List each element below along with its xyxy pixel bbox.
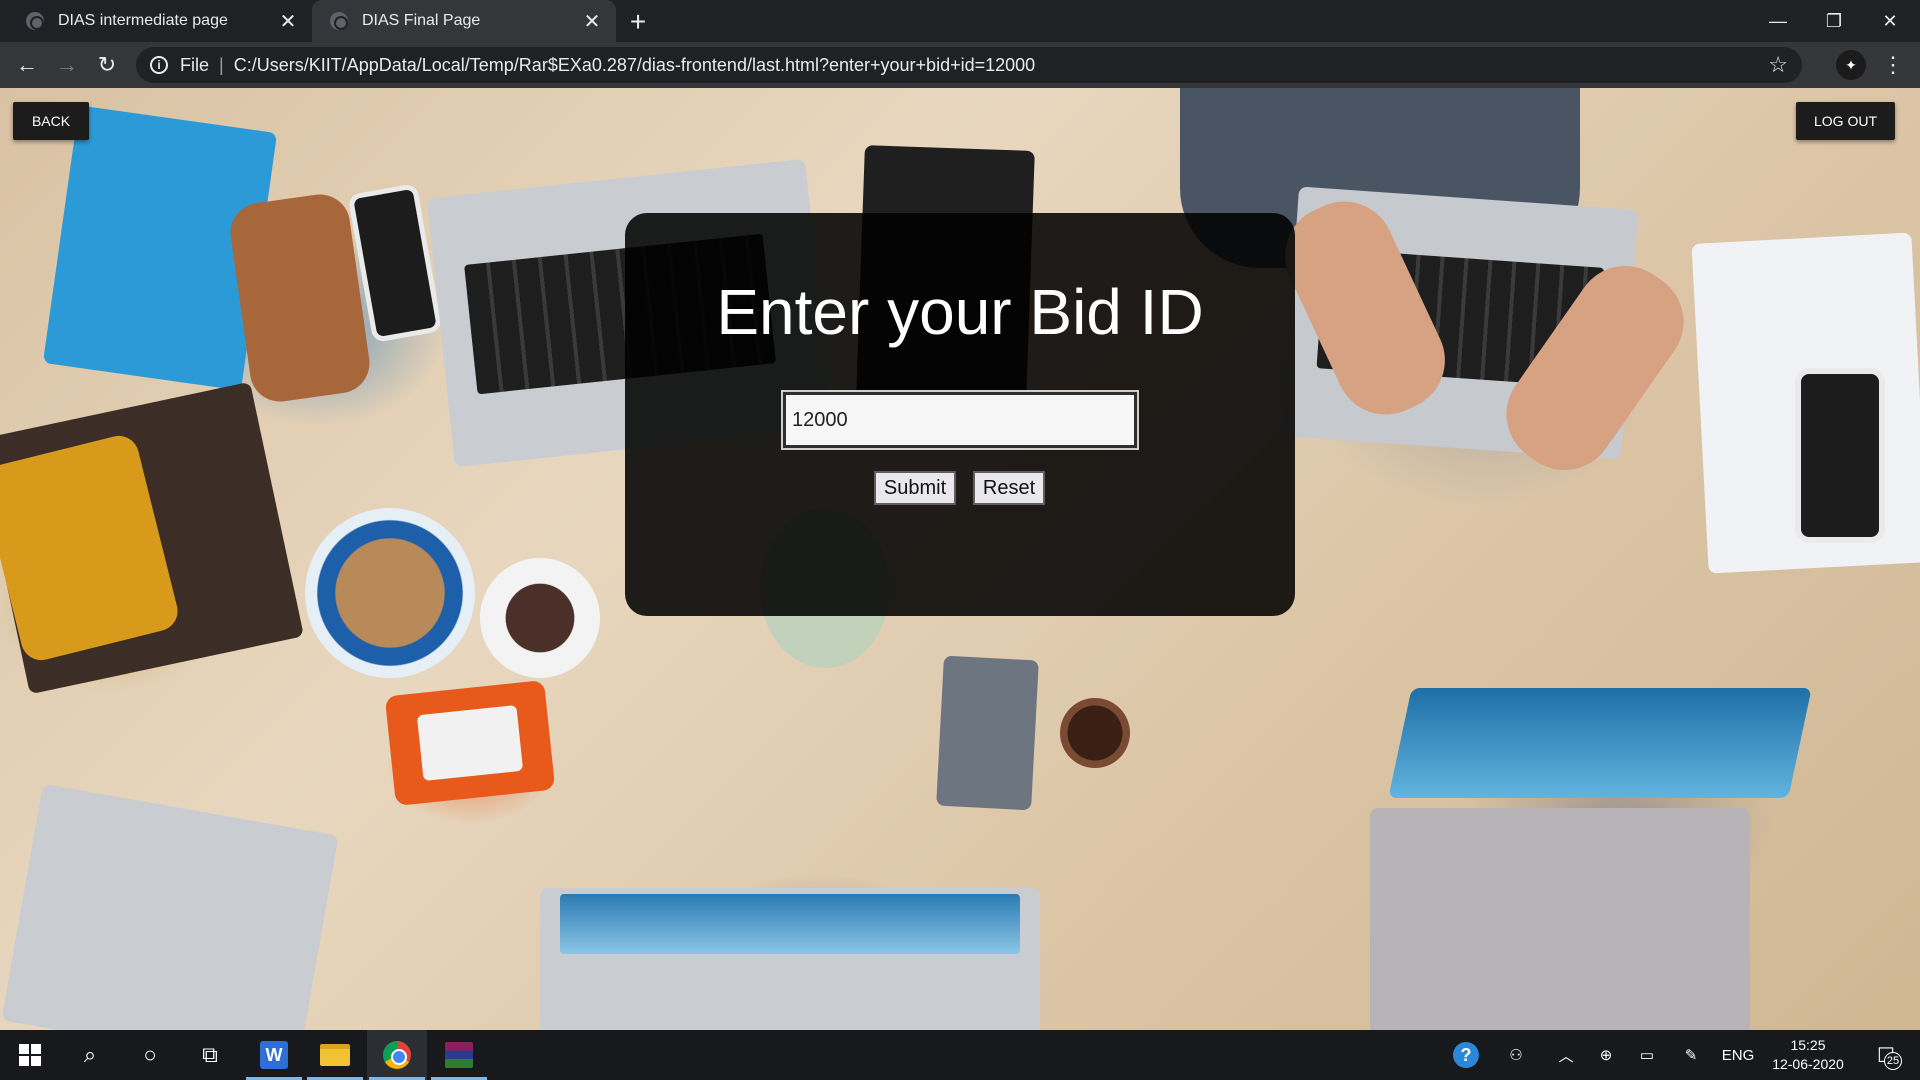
background-photo-laptop — [1, 783, 339, 1030]
pen-icon[interactable]: ✎ — [1676, 1030, 1706, 1080]
background-photo-coffee — [1060, 698, 1130, 768]
new-tab-button[interactable]: + — [622, 6, 654, 38]
logout-button[interactable]: LOG OUT — [1796, 102, 1895, 140]
bid-form-panel: Enter your Bid ID Submit Reset — [625, 213, 1295, 616]
background-photo-bowl — [305, 508, 475, 678]
background-photo-laptop — [540, 888, 1040, 1030]
minimize-icon[interactable]: — — [1750, 0, 1806, 42]
scheme-label: File — [180, 54, 210, 75]
tab-title: DIAS Final Page — [362, 12, 481, 29]
address-bar[interactable]: i File | C:/Users/KIIT/AppData/Local/Tem… — [136, 47, 1802, 83]
forward-arrow-icon[interactable]: → — [50, 48, 84, 82]
notification-count: 25 — [1884, 1052, 1902, 1070]
background-photo-pouch — [226, 190, 374, 406]
back-arrow-icon[interactable]: ← — [10, 48, 44, 82]
background-photo-hard-drive — [384, 679, 556, 807]
background-photo-phone — [1795, 368, 1885, 543]
page-background: BACK LOG OUT Enter your Bid ID Submit Re… — [0, 88, 1920, 1030]
background-photo-laptop-screen — [1388, 688, 1812, 798]
close-tab-icon[interactable]: ✕ — [580, 9, 604, 33]
word-app-icon[interactable]: W — [244, 1030, 304, 1080]
people-icon[interactable]: ⚇ — [1500, 1030, 1532, 1080]
tab-title: DIAS intermediate page — [58, 12, 228, 29]
background-photo-hard-drive — [936, 655, 1039, 811]
globe-icon — [26, 12, 44, 30]
chrome-app-icon[interactable] — [367, 1030, 427, 1080]
taskbar: ⌕ ○ ⧉ W ? ⚇ ︿ ⊕ ▭ ✎ ENG 15:25 12-06-2020… — [0, 1030, 1920, 1080]
restore-icon[interactable]: ❐ — [1806, 0, 1862, 42]
tab-strip: DIAS intermediate page ✕ DIAS Final Page… — [0, 0, 1920, 42]
reload-icon[interactable]: ↻ — [90, 48, 124, 82]
close-window-icon[interactable]: ✕ — [1862, 0, 1918, 42]
task-view-icon[interactable]: ⧉ — [180, 1030, 240, 1080]
kebab-menu-icon[interactable]: ⋮ — [1878, 50, 1908, 80]
language-indicator[interactable]: ENG — [1718, 1030, 1758, 1080]
back-button[interactable]: BACK — [13, 102, 89, 140]
page-title: Enter your Bid ID — [716, 276, 1204, 348]
background-photo-laptop — [1370, 808, 1750, 1030]
background-photo-cup — [480, 558, 600, 678]
star-icon[interactable]: ☆ — [1768, 52, 1788, 78]
battery-icon[interactable]: ▭ — [1632, 1030, 1662, 1080]
clock[interactable]: 15:25 12-06-2020 — [1766, 1036, 1850, 1074]
separator: | — [219, 54, 224, 75]
windows-logo-icon — [19, 1044, 41, 1066]
search-icon[interactable]: ⌕ — [60, 1030, 120, 1080]
info-icon[interactable]: i — [150, 56, 168, 74]
notification-icon[interactable]: ☐25 — [1866, 1040, 1906, 1070]
clock-time: 15:25 — [1790, 1037, 1826, 1053]
bid-id-input[interactable] — [781, 390, 1139, 450]
tab-dias-final[interactable]: DIAS Final Page ✕ — [312, 0, 616, 42]
start-button[interactable] — [0, 1030, 60, 1080]
globe-icon — [330, 12, 348, 30]
reset-button[interactable]: Reset — [973, 471, 1045, 505]
submit-button[interactable]: Submit — [874, 471, 956, 505]
tab-dias-intermediate[interactable]: DIAS intermediate page ✕ — [8, 0, 312, 42]
extension-icon[interactable]: ✦ — [1836, 50, 1866, 80]
close-tab-icon[interactable]: ✕ — [276, 9, 300, 33]
help-icon[interactable]: ? — [1450, 1030, 1482, 1080]
file-explorer-icon[interactable] — [305, 1030, 365, 1080]
browser-toolbar: ← → ↻ i File | C:/Users/KIIT/AppData/Loc… — [0, 42, 1920, 88]
cortana-icon[interactable]: ○ — [120, 1030, 180, 1080]
winrar-app-icon[interactable] — [429, 1030, 489, 1080]
chevron-up-icon[interactable]: ︿ — [1552, 1030, 1580, 1080]
network-globe-icon[interactable]: ⊕ — [1592, 1030, 1620, 1080]
url-text[interactable]: C:/Users/KIIT/AppData/Local/Temp/Rar$EXa… — [234, 55, 1035, 76]
clock-date: 12-06-2020 — [1772, 1056, 1844, 1072]
